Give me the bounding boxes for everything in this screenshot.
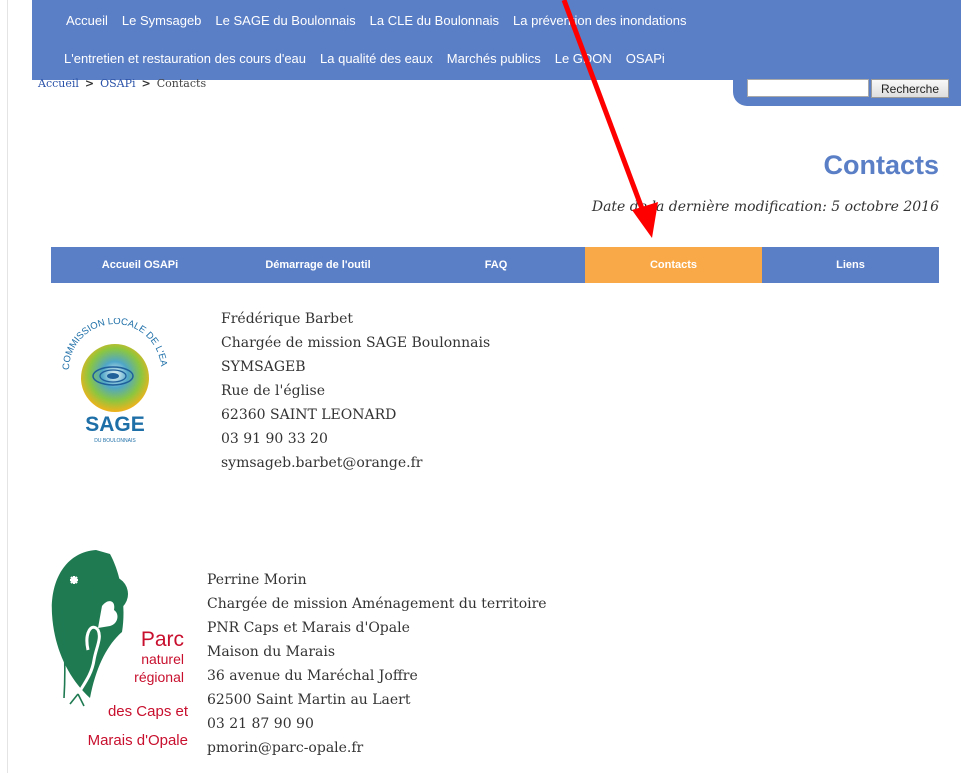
logo-parc-text: Parc — [141, 628, 184, 651]
logo-sub-text: DU BOULONNAIS — [94, 438, 136, 444]
logo-caps-text: des Caps et — [108, 703, 189, 720]
top-navigation: Accueil Le Symsageb Le SAGE du Boulonnai… — [32, 0, 961, 80]
logo-opale-text: Marais d'Opale — [88, 732, 188, 749]
tab-accueil-osapi[interactable]: Accueil OSAPi — [51, 247, 229, 283]
contact-email[interactable]: pmorin@parc-opale.fr — [207, 736, 547, 760]
sage-boulonnais-logo: COMMISSION LOCALE DE L'EAU SAGE DU BOULO… — [55, 318, 169, 444]
tab-liens[interactable]: Liens — [762, 247, 939, 283]
page-left-border — [7, 0, 8, 773]
nav-link-entretien-cours-eau[interactable]: L'entretien et restauration des cours d'… — [64, 51, 306, 66]
contact-name: Perrine Morin — [207, 572, 307, 588]
nav-link-osapi[interactable]: OSAPi — [626, 51, 665, 66]
tab-demarrage-outil[interactable]: Démarrage de l'outil — [229, 247, 407, 283]
nav-row-1: Accueil Le Symsageb Le SAGE du Boulonnai… — [32, 0, 961, 40]
contact-name: Frédérique Barbet — [221, 311, 354, 327]
contact-email[interactable]: symsageb.barbet@orange.fr — [221, 451, 490, 475]
nav-link-gdon[interactable]: Le GDON — [555, 51, 612, 66]
search-button[interactable]: Recherche — [871, 79, 949, 98]
contact-card-barbet: Frédérique Barbet Chargée de mission SAG… — [221, 307, 490, 475]
last-modified-date: Date de la dernière modification: 5 octo… — [591, 199, 939, 215]
contact-street: Rue de l'église — [221, 383, 325, 399]
breadcrumb: Accueil > OSAPi > Contacts — [38, 77, 206, 90]
nav-link-qualite-eaux[interactable]: La qualité des eaux — [320, 51, 433, 66]
logo-sage-text: SAGE — [85, 413, 145, 436]
contact-card-morin: Perrine Morin Chargée de mission Aménage… — [207, 568, 547, 760]
contact-role: Chargée de mission SAGE Boulonnais — [221, 335, 491, 351]
search-input[interactable] — [747, 79, 869, 97]
tab-contacts[interactable]: Contacts — [585, 247, 762, 283]
nav-link-symsageb[interactable]: Le Symsageb — [122, 13, 202, 28]
nav-link-prevention-inondations[interactable]: La prévention des inondations — [513, 13, 686, 28]
contact-building: Maison du Marais — [207, 644, 336, 660]
contact-phone: 03 21 87 90 90 — [207, 716, 314, 732]
contact-organization: PNR Caps et Marais d'Opale — [207, 620, 410, 636]
contact-street: 36 avenue du Maréchal Joffre — [207, 668, 418, 684]
logo-naturel-text: naturel — [141, 651, 184, 667]
breadcrumb-home-link[interactable]: Accueil — [38, 77, 79, 90]
breadcrumb-separator: > — [84, 77, 95, 90]
nav-link-cle-boulonnais[interactable]: La CLE du Boulonnais — [370, 13, 499, 28]
nav-link-sage-boulonnais[interactable]: Le SAGE du Boulonnais — [215, 13, 355, 28]
contact-organization: SYMSAGEB — [221, 359, 306, 375]
contact-city: 62500 Saint Martin au Laert — [207, 692, 411, 708]
contact-phone: 03 91 90 33 20 — [221, 431, 328, 447]
page-title: Contacts — [823, 150, 939, 180]
contact-city: 62360 SAINT LEONARD — [221, 407, 397, 423]
contact-role: Chargée de mission Aménagement du territ… — [207, 596, 547, 612]
logo-regional-text: régional — [134, 669, 184, 685]
breadcrumb-current: Contacts — [156, 77, 207, 90]
breadcrumb-osapi-link[interactable]: OSAPi — [100, 77, 135, 90]
osapi-tab-bar: Accueil OSAPi Démarrage de l'outil FAQ C… — [51, 247, 939, 283]
breadcrumb-separator: > — [141, 77, 151, 90]
pnr-caps-marais-opale-logo: Parc naturel régional des Caps et Marais… — [51, 550, 189, 749]
nav-link-accueil[interactable]: Accueil — [66, 13, 108, 28]
nav-link-marches-publics[interactable]: Marchés publics — [447, 51, 541, 66]
tab-faq[interactable]: FAQ — [407, 247, 585, 283]
